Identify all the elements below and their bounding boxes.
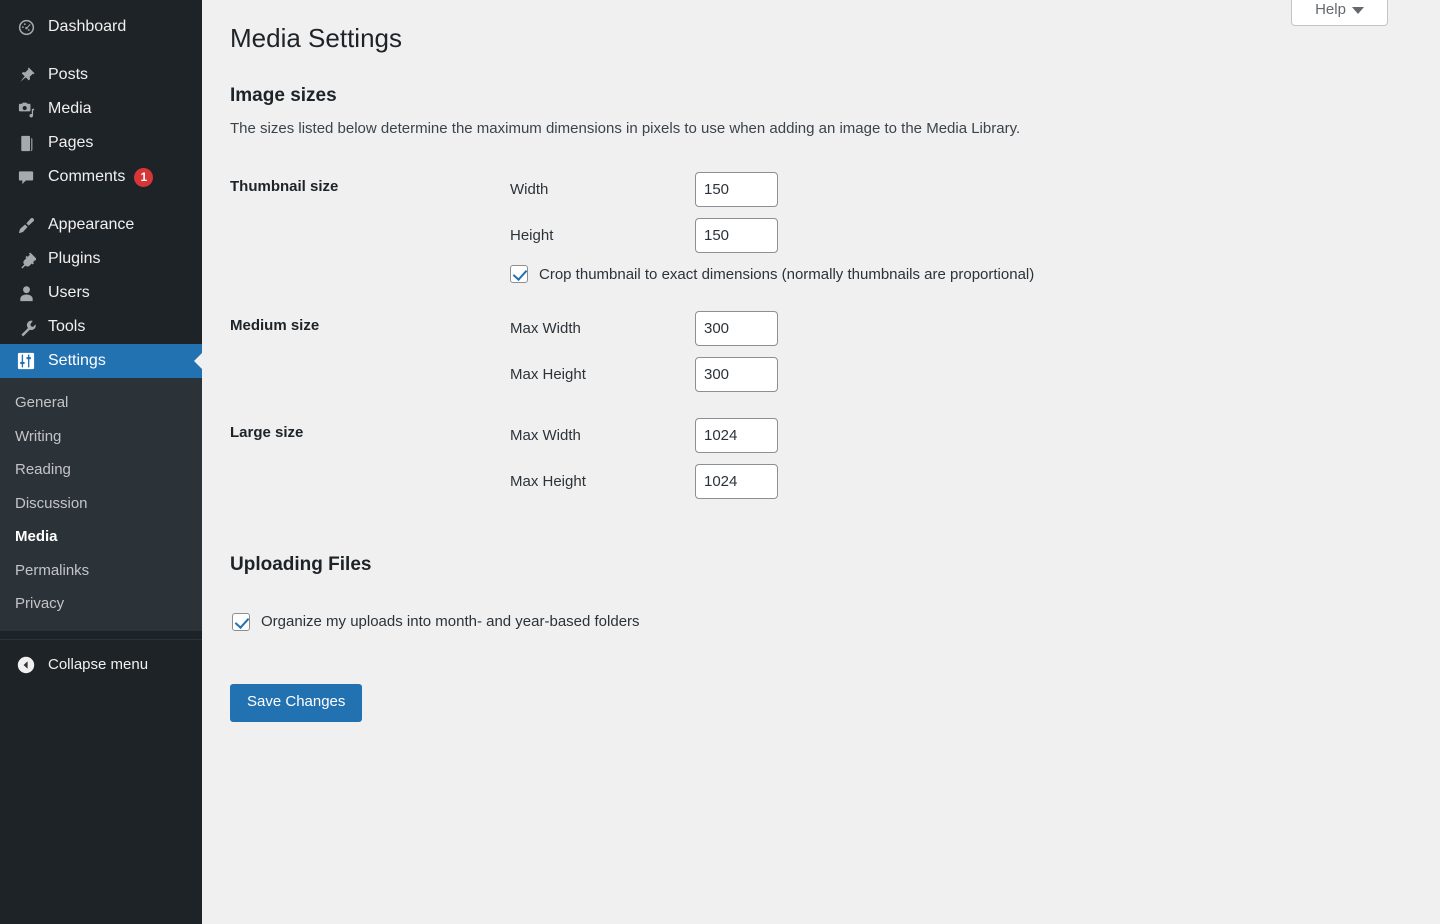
image-sizes-heading: Image sizes (230, 84, 337, 106)
sidebar-item-users[interactable]: Users (0, 276, 202, 310)
sidebar-item-comments[interactable]: Comments 1 (0, 160, 202, 194)
user-icon (15, 283, 37, 303)
sidebar-item-label: Dashboard (48, 18, 127, 35)
sidebar-item-media[interactable]: Media (0, 92, 202, 126)
sidebar-item-label: Plugins (48, 250, 101, 267)
medium-height-input[interactable] (695, 356, 778, 392)
submenu-item-privacy[interactable]: Privacy (0, 587, 202, 621)
submenu-item-discussion[interactable]: Discussion (0, 487, 202, 521)
submenu-item-general[interactable]: General (0, 386, 202, 420)
large-height-field: Max Height (510, 463, 1410, 499)
comment-icon (15, 167, 37, 187)
admin-screen: Dashboard Posts Media Pages Comments 1 A… (0, 0, 1440, 924)
help-tab-button[interactable]: Help (1291, 0, 1388, 26)
sidebar-item-pages[interactable]: Pages (0, 126, 202, 160)
large-size-row: Large size Max Width Max Height (230, 405, 1420, 512)
thumbnail-crop-row: Crop thumbnail to exact dimensions (norm… (510, 264, 1410, 285)
thumbnail-size-fields: Width Height Crop thumbnail to exact dim… (510, 159, 1420, 298)
sidebar-item-label: Comments (48, 168, 126, 185)
sidebar-item-dashboard[interactable]: Dashboard (0, 10, 202, 44)
sidebar-item-tools[interactable]: Tools (0, 310, 202, 344)
uploading-files-section: Uploading Files Organize my uploads into… (230, 534, 1420, 633)
main-content: Help Media Settings Image sizes The size… (202, 0, 1440, 924)
sidebar-item-posts[interactable]: Posts (0, 58, 202, 92)
page-title: Media Settings (230, 23, 402, 53)
thumbnail-height-input[interactable] (695, 217, 778, 253)
medium-size-row: Medium size Max Width Max Height (230, 298, 1420, 405)
medium-size-label: Medium size (230, 316, 320, 334)
plug-icon (15, 249, 37, 269)
submenu-item-media[interactable]: Media (0, 520, 202, 554)
sidebar-item-label: Users (48, 284, 90, 301)
large-height-input[interactable] (695, 463, 778, 499)
sliders-icon (15, 351, 37, 371)
submenu-item-writing[interactable]: Writing (0, 420, 202, 454)
collapse-menu-area: Collapse menu (0, 638, 202, 682)
wrench-icon (15, 317, 37, 337)
medium-height-field: Max Height (510, 356, 1410, 392)
thumbnail-height-field: Height (510, 217, 1410, 253)
sidebar-item-label: Pages (48, 134, 94, 151)
pin-icon (15, 65, 37, 85)
thumbnail-width-field: Width (510, 171, 1410, 207)
thumbnail-height-label: Height (510, 226, 554, 244)
sidebar-item-label: Settings (48, 352, 106, 369)
medium-size-fields: Max Width Max Height (510, 298, 1420, 405)
thumbnail-width-label: Width (510, 180, 549, 198)
medium-width-input[interactable] (695, 310, 778, 346)
sidebar-item-plugins[interactable]: Plugins (0, 242, 202, 276)
sidebar-item-settings[interactable]: Settings (0, 344, 202, 378)
collapse-menu-label: Collapse menu (48, 656, 149, 673)
admin-sidebar: Dashboard Posts Media Pages Comments 1 A… (0, 0, 202, 924)
sidebar-item-label: Media (48, 100, 92, 117)
organize-uploads-label[interactable]: Organize my uploads into month- and year… (261, 611, 640, 632)
medium-width-field: Max Width (510, 310, 1410, 346)
submenu-item-permalinks[interactable]: Permalinks (0, 554, 202, 588)
save-changes-button[interactable]: Save Changes (230, 684, 363, 722)
sidebar-item-label: Appearance (48, 216, 135, 233)
thumbnail-crop-label[interactable]: Crop thumbnail to exact dimensions (norm… (539, 264, 1034, 285)
image-sizes-description: The sizes listed below determine the max… (230, 120, 1021, 138)
sidebar-separator (0, 44, 202, 58)
thumbnail-width-input[interactable] (695, 171, 778, 207)
thumbnail-size-row: Thumbnail size Width Height (230, 159, 1420, 298)
camera-icon (15, 99, 37, 119)
collapse-menu-button[interactable]: Collapse menu (0, 648, 202, 682)
help-tab-label: Help (1315, 1, 1346, 18)
medium-width-label: Max Width (510, 319, 581, 337)
chevron-down-icon (1351, 7, 1364, 14)
comments-count-badge: 1 (134, 167, 154, 187)
sidebar-item-appearance[interactable]: Appearance (0, 208, 202, 242)
organize-uploads-checkbox[interactable] (232, 612, 250, 631)
brush-icon (15, 215, 37, 235)
thumbnail-crop-checkbox[interactable] (510, 265, 528, 284)
settings-content: Media Settings Image sizes The sizes lis… (202, 0, 1440, 722)
sidebar-item-label: Posts (48, 66, 89, 83)
page-icon (15, 133, 37, 153)
sidebar-item-label: Tools (48, 318, 86, 335)
large-width-input[interactable] (695, 417, 778, 453)
chevron-left-circle-icon (15, 654, 37, 676)
large-width-field: Max Width (510, 417, 1410, 453)
image-sizes-form-table: Thumbnail size Width Height (230, 159, 1420, 512)
medium-height-label: Max Height (510, 365, 586, 383)
submenu-item-reading[interactable]: Reading (0, 453, 202, 487)
settings-submenu: General Writing Reading Discussion Media… (0, 378, 202, 631)
dashboard-icon (15, 17, 37, 37)
uploading-files-heading: Uploading Files (230, 553, 372, 575)
sidebar-separator (0, 194, 202, 208)
thumbnail-size-label: Thumbnail size (230, 177, 339, 195)
large-size-fields: Max Width Max Height (510, 405, 1420, 512)
organize-uploads-row: Organize my uploads into month- and year… (232, 611, 1420, 632)
large-size-label: Large size (230, 423, 304, 441)
large-height-label: Max Height (510, 472, 586, 490)
large-width-label: Max Width (510, 426, 581, 444)
